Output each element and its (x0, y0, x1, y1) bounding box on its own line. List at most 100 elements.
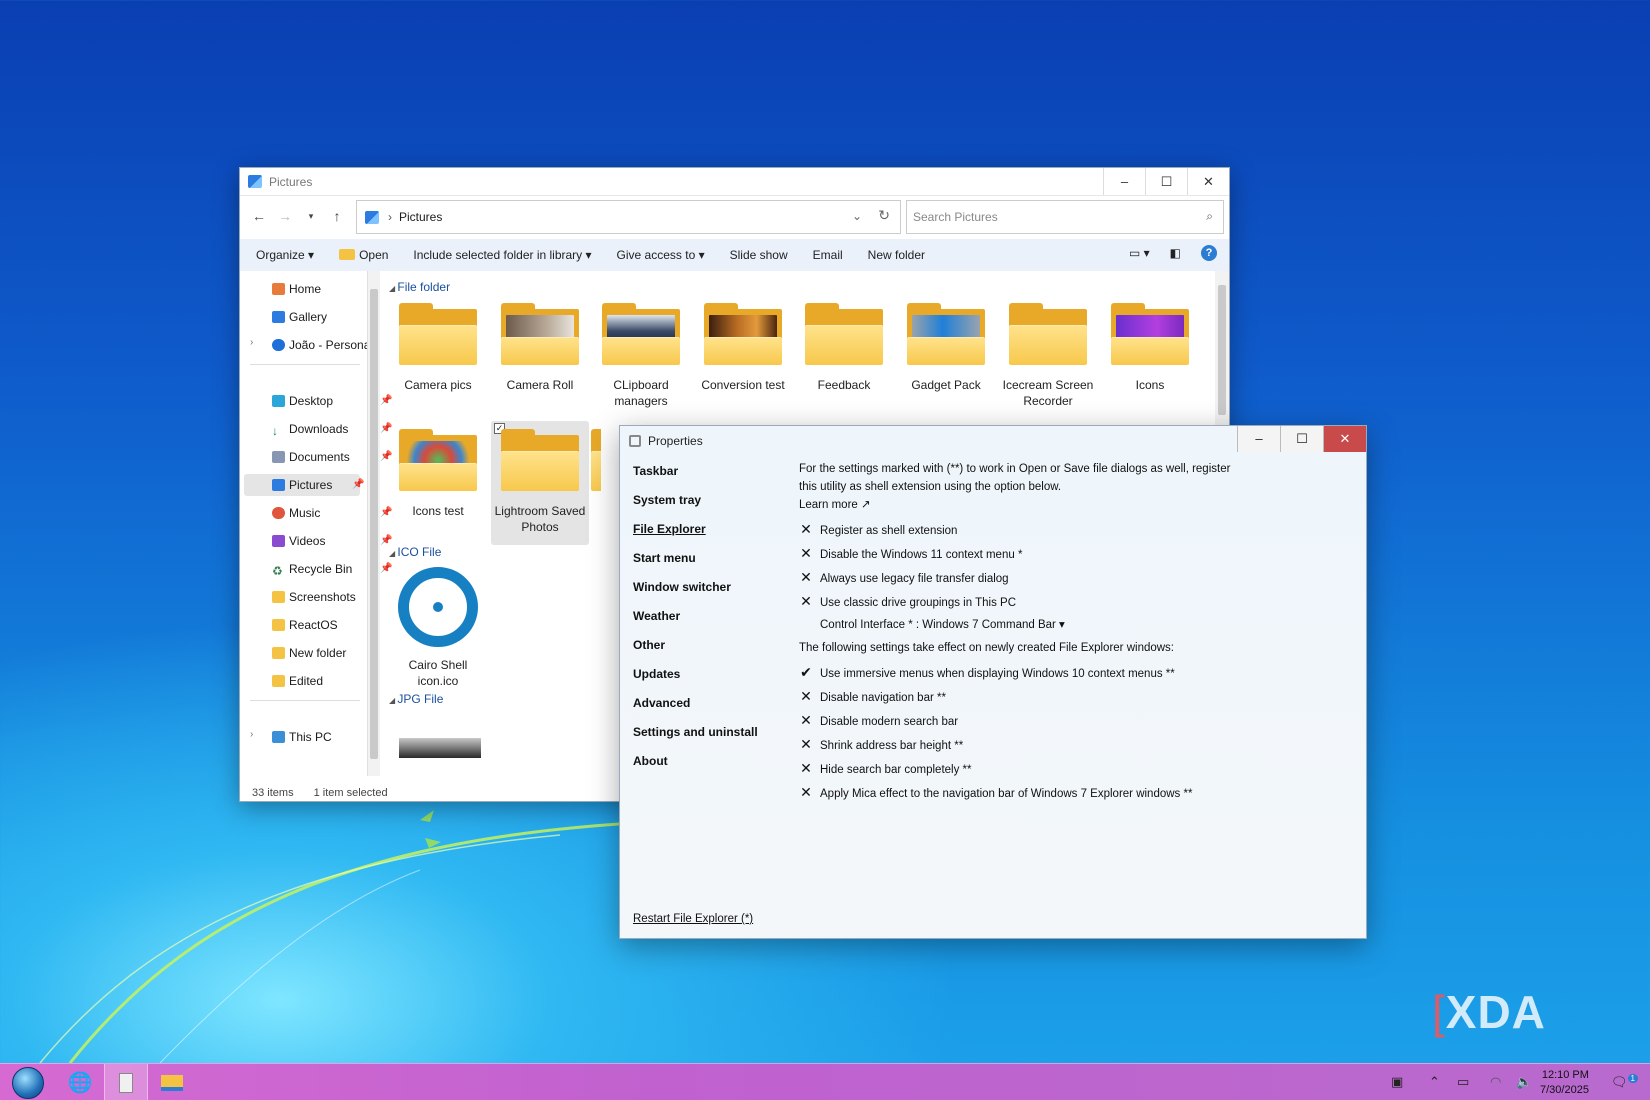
minimize-button[interactable]: – (1103, 168, 1145, 195)
nav-settings-uninstall[interactable]: Settings and uninstall (633, 725, 758, 739)
sidebar-item-home[interactable]: Home (272, 278, 321, 300)
option-disable-navigation-bar[interactable]: ✕ Disable navigation bar ** (799, 687, 946, 705)
close-button[interactable]: ✕ (1187, 168, 1229, 195)
slide-show-button[interactable]: Slide show (730, 248, 788, 262)
option-hide-search-bar[interactable]: ✕ Hide search bar completely ** (799, 759, 971, 777)
address-bar[interactable]: › Pictures ⌄ ↻ (356, 200, 901, 234)
clock[interactable]: 12:10 PM 7/30/2025 (1540, 1068, 1589, 1098)
nav-start-menu[interactable]: Start menu (633, 551, 696, 565)
nav-updates[interactable]: Updates (633, 667, 680, 681)
folder-tile[interactable]: Conversion test (694, 303, 792, 393)
start-button[interactable] (6, 1064, 50, 1100)
open-button[interactable]: Open (339, 248, 388, 262)
organize-button[interactable]: Organize ▾ (256, 248, 314, 262)
folder-tile[interactable]: Feedback (795, 303, 893, 393)
option-register-shell-extension[interactable]: ✕ Register as shell extension (799, 520, 957, 538)
up-arrow-icon[interactable]: ↑ (326, 205, 348, 227)
sidebar-item-this-pc[interactable]: This PC (272, 726, 332, 748)
include-in-library-button[interactable]: Include selected folder in library ▾ (413, 248, 591, 262)
explorer-taskbar-button[interactable] (150, 1064, 194, 1100)
folder-icon (272, 591, 285, 603)
control-interface-dropdown[interactable]: Control Interface * : Windows 7 Command … (820, 616, 1065, 634)
option-apply-mica[interactable]: ✕ Apply Mica effect to the navigation bar… (799, 783, 1192, 801)
sidebar-scrollbar[interactable] (367, 271, 380, 776)
group-header-file-folder[interactable]: File folder (389, 280, 450, 294)
refresh-icon[interactable]: ↻ (878, 207, 890, 224)
sidebar-item-recycle-bin[interactable]: ♻ Recycle Bin 📌 (272, 558, 392, 580)
volume-icon[interactable]: 🔈 (1516, 1074, 1532, 1090)
folder-tile-partial[interactable] (591, 429, 601, 491)
chevron-up-icon[interactable]: ⌃ (1429, 1074, 1440, 1090)
folder-tile-selected[interactable]: ✓ Lightroom Saved Photos (491, 421, 589, 545)
sidebar-item-gallery[interactable]: Gallery (272, 306, 327, 328)
ico-file-tile[interactable]: Cairo Shell icon.ico (389, 567, 487, 689)
taskbar: 🌐 ▣ ⌃ ▭ ◠ 🔈 12:10 PM 7/30/2025 🗨 1 (0, 1063, 1650, 1100)
nav-window-switcher[interactable]: Window switcher (633, 580, 731, 594)
option-classic-drive-groupings[interactable]: ✕ Use classic drive groupings in This PC (799, 592, 1016, 610)
folder-tile[interactable]: Camera Roll (491, 303, 589, 393)
nav-advanced[interactable]: Advanced (633, 696, 690, 710)
view-options-icon[interactable]: ▭ ▾ (1129, 246, 1150, 260)
learn-more-link[interactable]: Learn more ↗ (799, 496, 871, 514)
folder-tile[interactable]: CLipboard managers (592, 303, 690, 409)
sidebar-item-reactos[interactable]: ReactOS (272, 614, 338, 636)
properties-taskbar-button[interactable] (104, 1064, 148, 1100)
option-disable-context-menu[interactable]: ✕ Disable the Windows 11 context menu * (799, 544, 1022, 562)
battery-icon[interactable]: ▭ (1457, 1074, 1469, 1090)
chevron-down-icon[interactable]: ⌄ (852, 209, 862, 223)
folder-tile[interactable]: Icons (1101, 303, 1199, 393)
search-input[interactable]: Search Pictures ⌕ (906, 200, 1224, 234)
expand-chevron-icon[interactable]: › (250, 337, 253, 348)
close-button[interactable]: ✕ (1323, 426, 1366, 452)
restart-explorer-link[interactable]: Restart File Explorer (*) (633, 913, 753, 925)
group-header-ico[interactable]: ICO File (389, 545, 441, 559)
maximize-button[interactable]: ☐ (1145, 168, 1187, 195)
help-icon[interactable]: ? (1201, 245, 1217, 261)
notification-icon[interactable]: 🗨 1 (1611, 1074, 1638, 1090)
sidebar-item-videos[interactable]: Videos 📌 (272, 530, 392, 552)
folder-tile[interactable]: Camera pics (389, 303, 487, 393)
task-view-icon[interactable]: ▣ (1391, 1074, 1403, 1090)
option-immersive-menus[interactable]: ✔ Use immersive menus when displaying Win… (799, 663, 1175, 681)
option-shrink-address-bar[interactable]: ✕ Shrink address bar height ** (799, 735, 963, 753)
breadcrumb[interactable]: Pictures (399, 210, 442, 224)
jpg-thumbnail[interactable] (399, 738, 481, 758)
nav-weather[interactable]: Weather (633, 609, 680, 623)
maximize-button[interactable]: ☐ (1280, 426, 1323, 452)
sidebar-item-screenshots[interactable]: Screenshots (272, 586, 356, 608)
option-disable-modern-search[interactable]: ✕ Disable modern search bar (799, 711, 958, 729)
scrollbar-thumb[interactable] (1218, 285, 1226, 415)
wifi-icon[interactable]: ◠ (1490, 1074, 1501, 1090)
sidebar-item-desktop[interactable]: Desktop 📌 (272, 390, 392, 412)
new-folder-button[interactable]: New folder (868, 248, 925, 262)
back-arrow-icon[interactable]: ← (248, 205, 270, 227)
sidebar-item-music[interactable]: Music 📌 (272, 502, 392, 524)
folder-tile[interactable]: Icons test (389, 429, 487, 519)
recent-dropdown-icon[interactable]: ▾ (300, 205, 322, 227)
folder-tile[interactable]: Gadget Pack (897, 303, 995, 393)
expand-chevron-icon[interactable]: › (250, 729, 253, 740)
group-header-jpg[interactable]: JPG File (389, 692, 443, 706)
nav-file-explorer[interactable]: File Explorer (633, 522, 706, 536)
folder-icon (399, 303, 477, 365)
sidebar-item-edited[interactable]: Edited (272, 670, 323, 692)
pin-icon[interactable]: 📌 (352, 474, 364, 496)
email-button[interactable]: Email (813, 248, 843, 262)
folder-tile[interactable]: Icecream Screen Recorder (999, 303, 1097, 409)
preview-pane-icon[interactable]: ◧ (1170, 246, 1181, 260)
forward-arrow-icon[interactable]: → (274, 205, 296, 227)
sidebar-item-new-folder[interactable]: New folder (272, 642, 346, 664)
sidebar-item-pictures[interactable]: Pictures 📌 (244, 474, 364, 496)
nav-taskbar[interactable]: Taskbar (633, 464, 678, 478)
sidebar-item-documents[interactable]: Documents 📌 (272, 446, 392, 468)
nav-other[interactable]: Other (633, 638, 665, 652)
browser-taskbar-button[interactable]: 🌐 (58, 1064, 102, 1100)
sidebar-item-downloads[interactable]: ↓ Downloads 📌 (272, 418, 392, 440)
minimize-button[interactable]: – (1237, 426, 1280, 452)
scrollbar-thumb[interactable] (370, 289, 378, 759)
nav-about[interactable]: About (633, 754, 668, 768)
give-access-button[interactable]: Give access to ▾ (617, 248, 705, 262)
sidebar-item-onedrive[interactable]: João - Personal (272, 334, 373, 356)
option-legacy-file-transfer[interactable]: ✕ Always use legacy file transfer dialog (799, 568, 1008, 586)
nav-system-tray[interactable]: System tray (633, 493, 701, 507)
